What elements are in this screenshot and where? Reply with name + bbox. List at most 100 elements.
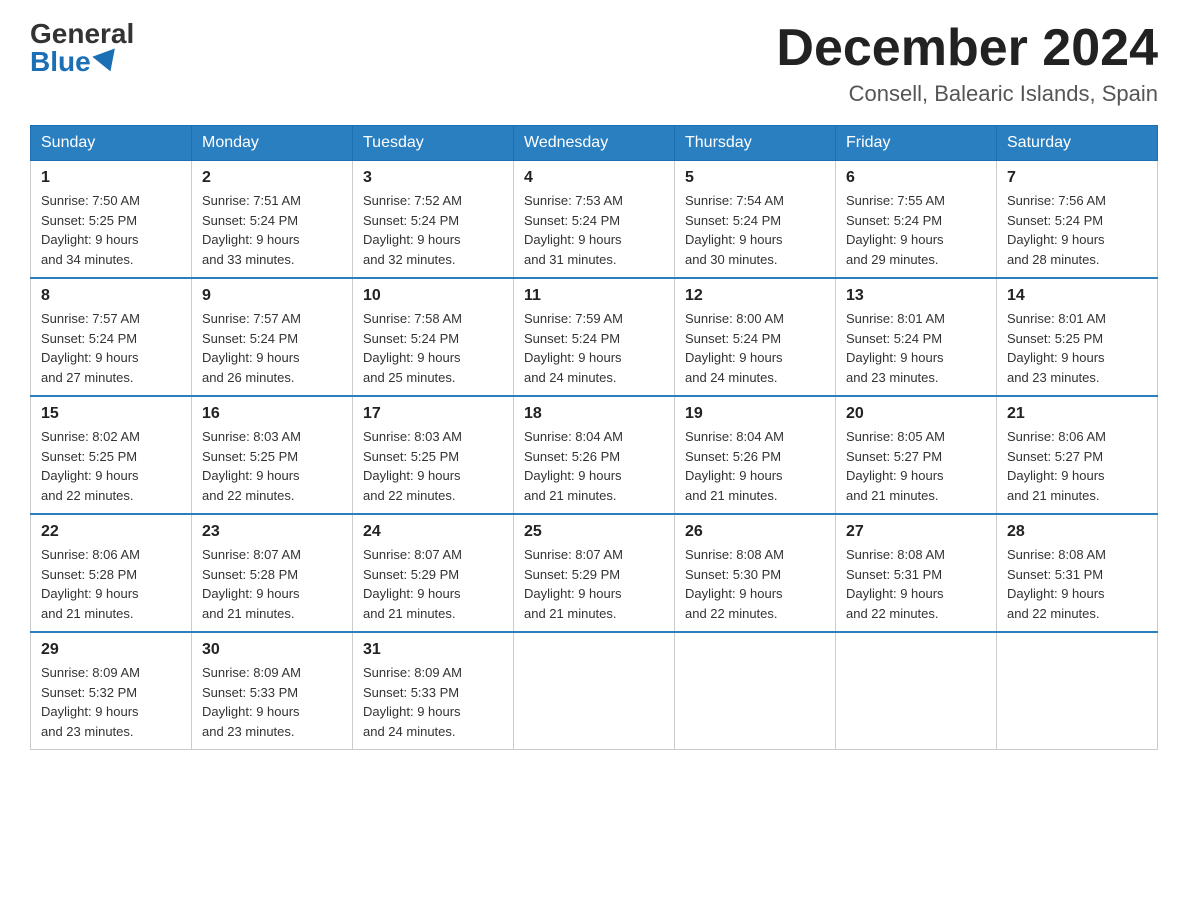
table-row: 4 Sunrise: 7:53 AMSunset: 5:24 PMDayligh… bbox=[514, 161, 675, 279]
calendar-week-row: 29 Sunrise: 8:09 AMSunset: 5:32 PMDaylig… bbox=[31, 632, 1158, 750]
location-title: Consell, Balearic Islands, Spain bbox=[776, 81, 1158, 107]
day-number: 13 bbox=[846, 287, 986, 305]
logo-triangle-icon bbox=[92, 48, 121, 75]
calendar-week-row: 8 Sunrise: 7:57 AMSunset: 5:24 PMDayligh… bbox=[31, 278, 1158, 396]
day-number: 7 bbox=[1007, 169, 1147, 187]
page-header: General Blue December 2024 Consell, Bale… bbox=[30, 20, 1158, 107]
table-row bbox=[836, 632, 997, 750]
day-info: Sunrise: 7:53 AMSunset: 5:24 PMDaylight:… bbox=[524, 193, 623, 267]
day-number: 11 bbox=[524, 287, 664, 305]
table-row: 18 Sunrise: 8:04 AMSunset: 5:26 PMDaylig… bbox=[514, 396, 675, 514]
day-number: 19 bbox=[685, 405, 825, 423]
table-row: 16 Sunrise: 8:03 AMSunset: 5:25 PMDaylig… bbox=[192, 396, 353, 514]
table-row bbox=[997, 632, 1158, 750]
day-info: Sunrise: 7:57 AMSunset: 5:24 PMDaylight:… bbox=[41, 311, 140, 385]
day-info: Sunrise: 8:08 AMSunset: 5:31 PMDaylight:… bbox=[1007, 547, 1106, 621]
day-number: 5 bbox=[685, 169, 825, 187]
day-number: 28 bbox=[1007, 523, 1147, 541]
day-number: 25 bbox=[524, 523, 664, 541]
logo: General Blue bbox=[30, 20, 134, 76]
table-row: 14 Sunrise: 8:01 AMSunset: 5:25 PMDaylig… bbox=[997, 278, 1158, 396]
day-info: Sunrise: 8:05 AMSunset: 5:27 PMDaylight:… bbox=[846, 429, 945, 503]
table-row: 8 Sunrise: 7:57 AMSunset: 5:24 PMDayligh… bbox=[31, 278, 192, 396]
day-info: Sunrise: 7:58 AMSunset: 5:24 PMDaylight:… bbox=[363, 311, 462, 385]
calendar-header-row: Sunday Monday Tuesday Wednesday Thursday… bbox=[31, 126, 1158, 161]
day-info: Sunrise: 8:09 AMSunset: 5:33 PMDaylight:… bbox=[202, 665, 301, 739]
day-info: Sunrise: 8:07 AMSunset: 5:29 PMDaylight:… bbox=[524, 547, 623, 621]
table-row bbox=[675, 632, 836, 750]
col-sunday: Sunday bbox=[31, 126, 192, 161]
day-number: 8 bbox=[41, 287, 181, 305]
day-info: Sunrise: 8:06 AMSunset: 5:28 PMDaylight:… bbox=[41, 547, 140, 621]
day-number: 12 bbox=[685, 287, 825, 305]
table-row: 11 Sunrise: 7:59 AMSunset: 5:24 PMDaylig… bbox=[514, 278, 675, 396]
day-number: 26 bbox=[685, 523, 825, 541]
table-row: 24 Sunrise: 8:07 AMSunset: 5:29 PMDaylig… bbox=[353, 514, 514, 632]
day-info: Sunrise: 8:01 AMSunset: 5:25 PMDaylight:… bbox=[1007, 311, 1106, 385]
col-friday: Friday bbox=[836, 126, 997, 161]
logo-blue-text: Blue bbox=[30, 48, 119, 76]
calendar-week-row: 22 Sunrise: 8:06 AMSunset: 5:28 PMDaylig… bbox=[31, 514, 1158, 632]
day-number: 17 bbox=[363, 405, 503, 423]
day-number: 16 bbox=[202, 405, 342, 423]
table-row: 7 Sunrise: 7:56 AMSunset: 5:24 PMDayligh… bbox=[997, 161, 1158, 279]
day-info: Sunrise: 7:56 AMSunset: 5:24 PMDaylight:… bbox=[1007, 193, 1106, 267]
calendar-table: Sunday Monday Tuesday Wednesday Thursday… bbox=[30, 125, 1158, 750]
table-row: 1 Sunrise: 7:50 AMSunset: 5:25 PMDayligh… bbox=[31, 161, 192, 279]
day-info: Sunrise: 7:55 AMSunset: 5:24 PMDaylight:… bbox=[846, 193, 945, 267]
day-number: 21 bbox=[1007, 405, 1147, 423]
logo-general-text: General bbox=[30, 20, 134, 48]
table-row: 27 Sunrise: 8:08 AMSunset: 5:31 PMDaylig… bbox=[836, 514, 997, 632]
day-info: Sunrise: 7:54 AMSunset: 5:24 PMDaylight:… bbox=[685, 193, 784, 267]
day-number: 6 bbox=[846, 169, 986, 187]
calendar-week-row: 15 Sunrise: 8:02 AMSunset: 5:25 PMDaylig… bbox=[31, 396, 1158, 514]
day-number: 14 bbox=[1007, 287, 1147, 305]
day-info: Sunrise: 8:06 AMSunset: 5:27 PMDaylight:… bbox=[1007, 429, 1106, 503]
day-info: Sunrise: 7:51 AMSunset: 5:24 PMDaylight:… bbox=[202, 193, 301, 267]
table-row: 10 Sunrise: 7:58 AMSunset: 5:24 PMDaylig… bbox=[353, 278, 514, 396]
day-info: Sunrise: 8:08 AMSunset: 5:31 PMDaylight:… bbox=[846, 547, 945, 621]
col-saturday: Saturday bbox=[997, 126, 1158, 161]
table-row: 30 Sunrise: 8:09 AMSunset: 5:33 PMDaylig… bbox=[192, 632, 353, 750]
table-row: 17 Sunrise: 8:03 AMSunset: 5:25 PMDaylig… bbox=[353, 396, 514, 514]
table-row: 31 Sunrise: 8:09 AMSunset: 5:33 PMDaylig… bbox=[353, 632, 514, 750]
table-row bbox=[514, 632, 675, 750]
day-info: Sunrise: 7:50 AMSunset: 5:25 PMDaylight:… bbox=[41, 193, 140, 267]
table-row: 26 Sunrise: 8:08 AMSunset: 5:30 PMDaylig… bbox=[675, 514, 836, 632]
table-row: 21 Sunrise: 8:06 AMSunset: 5:27 PMDaylig… bbox=[997, 396, 1158, 514]
day-info: Sunrise: 8:07 AMSunset: 5:29 PMDaylight:… bbox=[363, 547, 462, 621]
day-number: 18 bbox=[524, 405, 664, 423]
day-number: 24 bbox=[363, 523, 503, 541]
day-info: Sunrise: 7:57 AMSunset: 5:24 PMDaylight:… bbox=[202, 311, 301, 385]
table-row: 6 Sunrise: 7:55 AMSunset: 5:24 PMDayligh… bbox=[836, 161, 997, 279]
day-number: 23 bbox=[202, 523, 342, 541]
day-number: 29 bbox=[41, 641, 181, 659]
table-row: 20 Sunrise: 8:05 AMSunset: 5:27 PMDaylig… bbox=[836, 396, 997, 514]
table-row: 28 Sunrise: 8:08 AMSunset: 5:31 PMDaylig… bbox=[997, 514, 1158, 632]
day-number: 15 bbox=[41, 405, 181, 423]
day-info: Sunrise: 8:04 AMSunset: 5:26 PMDaylight:… bbox=[524, 429, 623, 503]
month-title: December 2024 bbox=[776, 20, 1158, 77]
table-row: 2 Sunrise: 7:51 AMSunset: 5:24 PMDayligh… bbox=[192, 161, 353, 279]
day-info: Sunrise: 8:08 AMSunset: 5:30 PMDaylight:… bbox=[685, 547, 784, 621]
title-area: December 2024 Consell, Balearic Islands,… bbox=[776, 20, 1158, 107]
table-row: 12 Sunrise: 8:00 AMSunset: 5:24 PMDaylig… bbox=[675, 278, 836, 396]
calendar-week-row: 1 Sunrise: 7:50 AMSunset: 5:25 PMDayligh… bbox=[31, 161, 1158, 279]
day-number: 30 bbox=[202, 641, 342, 659]
day-number: 20 bbox=[846, 405, 986, 423]
table-row: 23 Sunrise: 8:07 AMSunset: 5:28 PMDaylig… bbox=[192, 514, 353, 632]
col-tuesday: Tuesday bbox=[353, 126, 514, 161]
table-row: 22 Sunrise: 8:06 AMSunset: 5:28 PMDaylig… bbox=[31, 514, 192, 632]
table-row: 19 Sunrise: 8:04 AMSunset: 5:26 PMDaylig… bbox=[675, 396, 836, 514]
day-info: Sunrise: 8:07 AMSunset: 5:28 PMDaylight:… bbox=[202, 547, 301, 621]
day-info: Sunrise: 8:00 AMSunset: 5:24 PMDaylight:… bbox=[685, 311, 784, 385]
col-monday: Monday bbox=[192, 126, 353, 161]
day-number: 22 bbox=[41, 523, 181, 541]
day-number: 1 bbox=[41, 169, 181, 187]
day-info: Sunrise: 7:59 AMSunset: 5:24 PMDaylight:… bbox=[524, 311, 623, 385]
day-info: Sunrise: 8:04 AMSunset: 5:26 PMDaylight:… bbox=[685, 429, 784, 503]
day-info: Sunrise: 8:01 AMSunset: 5:24 PMDaylight:… bbox=[846, 311, 945, 385]
col-thursday: Thursday bbox=[675, 126, 836, 161]
day-number: 31 bbox=[363, 641, 503, 659]
day-number: 10 bbox=[363, 287, 503, 305]
